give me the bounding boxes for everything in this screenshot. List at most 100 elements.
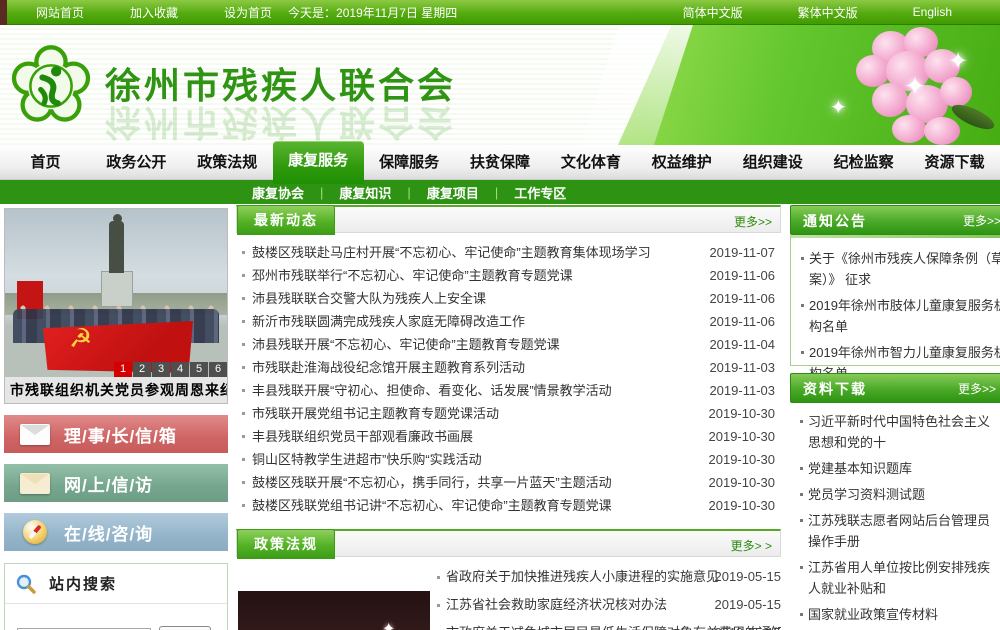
link-add-favorite[interactable]: 加入收藏 — [130, 4, 178, 21]
slider-pagination: 1 2 3 4 5 6 — [113, 362, 227, 377]
slider-page-5[interactable]: 5 — [190, 362, 208, 377]
link-simplified-chinese[interactable]: 简体中文版 — [683, 4, 743, 21]
photo-statue-pedestal — [101, 271, 133, 307]
download-row: 国家就业政策宣传材料 — [798, 604, 1000, 625]
news-date: 2019-11-03 — [709, 356, 775, 379]
news-link[interactable]: 鼓楼区残联党组书记讲“不忘初心、牢记使命”主题教育专题党课 — [252, 498, 612, 513]
subnav-separator: | — [495, 185, 498, 200]
link-traditional-chinese[interactable]: 繁体中文版 — [798, 4, 858, 21]
online-consult-button[interactable]: 在/线/咨/询 — [4, 513, 228, 551]
policy-tab[interactable]: 政策法规 — [237, 529, 335, 559]
current-date: 今天是：2019年11月7日 星期四 — [288, 4, 457, 21]
search-widget-header: 站内搜索 — [5, 564, 227, 604]
download-panel-body: 习近平新时代中国特色社会主义思想和党的十 党建基本知识题库 党员学习资料测试题 … — [790, 403, 1000, 630]
slider-page-2[interactable]: 2 — [133, 362, 151, 377]
policy-night-photo[interactable]: ✦ ✦ ✦ — [238, 591, 430, 630]
page: 网站首页 加入收藏 设为首页 今天是：2019年11月7日 星期四 简体中文版 … — [0, 0, 1000, 630]
news-row: 铜山区特教学生进超市”快乐购“实践活动2019-10-30 — [238, 448, 777, 471]
notice-link[interactable]: 关于《徐州市残疾人保障条例（草案）》 征求 — [809, 251, 1000, 287]
search-icon — [15, 573, 37, 595]
policy-date: 2019-05-15 — [715, 563, 782, 591]
download-link[interactable]: 江苏残联志愿者网站后台管理员操作手册 — [808, 513, 990, 549]
news-date: 2019-10-30 — [709, 471, 776, 494]
nav-item-downloads[interactable]: 资源下载 — [909, 145, 1000, 179]
download-link[interactable]: 江苏省用人单位按比例安排残疾人就业补贴和 — [808, 560, 990, 596]
notice-list: 关于《徐州市残疾人保障条例（草案）》 征求 2019年徐州市肢体儿童康复服务机构… — [799, 248, 1000, 384]
notice-link[interactable]: 2019年徐州市肢体儿童康复服务机构名单 — [809, 298, 1000, 334]
news-link[interactable]: 市残联开展党组书记主题教育专题党课活动 — [252, 406, 499, 421]
news-link[interactable]: 邳州市残联举行“不忘初心、牢记使命”主题教育专题党课 — [252, 268, 573, 283]
nav-item-security-services[interactable]: 保障服务 — [364, 145, 455, 179]
news-link[interactable]: 鼓楼区残联赴马庄村开展“不忘初心、牢记使命”主题教育集体现场学习 — [252, 245, 651, 260]
slider-caption[interactable]: 市残联组织机关党员参观周恩来纪 — [5, 377, 227, 403]
download-link[interactable]: 国家就业政策宣传材料 — [808, 607, 938, 622]
policy-date: 2019-05-15 — [715, 619, 782, 630]
chairman-mailbox-button[interactable]: 理/事/长/信/箱 — [4, 415, 228, 453]
news-date: 2019-11-03 — [709, 379, 775, 402]
nav-item-policies[interactable]: 政策法规 — [182, 145, 273, 179]
nav-item-discipline[interactable]: 纪检监察 — [818, 145, 909, 179]
download-list: 习近平新时代中国特色社会主义思想和党的十 党建基本知识题库 党员学习资料测试题 … — [798, 411, 1000, 630]
download-row: 江苏省用人单位按比例安排残疾人就业补贴和 — [798, 557, 1000, 599]
nav-item-culture-sports[interactable]: 文化体育 — [545, 145, 636, 179]
download-row: 江苏残联志愿者网站后台管理员操作手册 — [798, 510, 1000, 552]
sparkle-icon: ✦ — [830, 95, 847, 120]
latest-news-tab[interactable]: 最新动态 — [237, 205, 335, 235]
news-row: 鼓楼区残联开展“不忘初心，携手同行，共享一片蓝天”主题活动 2019-10-30 — [238, 471, 777, 494]
subnav-rehab-projects[interactable]: 康复项目 — [427, 183, 479, 202]
nav-item-home[interactable]: 首页 — [0, 145, 91, 179]
news-link[interactable]: 鼓楼区残联开展“不忘初心，携手同行，共享一片蓝天”主题活动 — [252, 475, 612, 490]
news-link[interactable]: 丰县残联开展“守初心、担使命、看变化、话发展”情景教学活动 — [252, 383, 612, 398]
news-row: 丰县残联组织党员干部观看廉政书画展2019-10-30 — [238, 425, 777, 448]
news-date: 2019-10-30 — [709, 402, 776, 425]
download-panel: 资料下载 更多>> 习近平新时代中国特色社会主义思想和党的十 党建基本知识题库 … — [790, 373, 1000, 630]
news-link[interactable]: 丰县残联组织党员干部观看廉政书画展 — [252, 429, 473, 444]
download-panel-header: 资料下载 更多>> — [790, 373, 1000, 403]
slider-photo[interactable]: ☭ 1 2 3 4 5 6 — [5, 209, 227, 377]
news-link[interactable]: 沛县残联开展“不忘初心、牢记使命”主题教育专题党课 — [252, 337, 560, 352]
policy-link[interactable]: 省政府关于加快推进残疾人小康进程的实施意见 — [446, 569, 719, 584]
download-more-link[interactable]: 更多>> — [958, 374, 996, 404]
subnav-rehab-knowledge[interactable]: 康复知识 — [339, 183, 391, 202]
news-link[interactable]: 市残联赴淮海战役纪念馆开展主题教育系列活动 — [252, 360, 525, 375]
notice-more-link[interactable]: 更多>> — [963, 206, 1000, 236]
news-row: 市残联开展党组书记主题教育专题党课活动 2019-10-30 — [238, 402, 777, 425]
nav-item-organization[interactable]: 组织建设 — [727, 145, 818, 179]
slider-page-4[interactable]: 4 — [171, 362, 189, 377]
nav-item-rights[interactable]: 权益维护 — [636, 145, 727, 179]
photo-slider[interactable]: ☭ 1 2 3 4 5 6 市残联组织机关党员参观周恩来纪 — [4, 208, 228, 404]
online-petition-button[interactable]: 网/上/信/访 — [4, 464, 228, 502]
link-set-homepage[interactable]: 设为首页 — [224, 4, 272, 21]
latest-news-more-link[interactable]: 更多>> — [734, 213, 772, 230]
news-date: 2019-11-07 — [709, 241, 775, 264]
main-content: 最新动态 更多>> 鼓楼区残联赴马庄村开展“不忘初心、牢记使命”主题教育集体现场… — [236, 205, 781, 630]
download-link[interactable]: 党员学习资料测试题 — [808, 487, 925, 502]
federation-logo-icon[interactable] — [8, 43, 94, 129]
news-row: 沛县残联开展“不忘初心、牢记使命”主题教育专题党课2019-11-04 — [238, 333, 777, 356]
subnav-rehab-association[interactable]: 康复协会 — [252, 183, 304, 202]
nav-item-rehab-services-active[interactable]: 康复服务 — [273, 141, 364, 184]
policy-more-link[interactable]: 更多> > — [731, 537, 772, 554]
sparkle-icon: ✦ — [904, 71, 926, 102]
subnav-separator: | — [320, 185, 323, 200]
download-link[interactable]: 习近平新时代中国特色社会主义思想和党的十 — [808, 414, 990, 450]
policy-row: 江苏省社会救助家庭经济状况核对办法2019-05-15 — [434, 591, 781, 619]
slider-page-3[interactable]: 3 — [152, 362, 170, 377]
download-link[interactable]: 党建基本知识题库 — [808, 461, 912, 476]
news-row: 市残联赴淮海战役纪念馆开展主题教育系列活动 2019-11-03 — [238, 356, 777, 379]
link-site-home[interactable]: 网站首页 — [36, 4, 84, 21]
subnav-work-zone[interactable]: 工作专区 — [514, 183, 566, 202]
policy-link[interactable]: 江苏省社会救助家庭经济状况核对办法 — [446, 597, 667, 612]
online-consult-label: 在/线/咨/询 — [64, 520, 153, 545]
nav-item-poverty-relief[interactable]: 扶贫保障 — [455, 145, 546, 179]
nav-item-gov-affairs[interactable]: 政务公开 — [91, 145, 182, 179]
search-button[interactable]: 搜索 — [159, 626, 211, 630]
search-widget-title: 站内搜索 — [49, 573, 117, 594]
news-link[interactable]: 沛县残联联合交警大队为残疾人上安全课 — [252, 291, 486, 306]
policy-header: 政策法规 更多> > — [236, 529, 781, 557]
slider-page-6[interactable]: 6 — [209, 362, 227, 377]
news-link[interactable]: 新沂市残联圆满完成残疾人家庭无障碍改造工作 — [252, 314, 525, 329]
slider-page-1[interactable]: 1 — [114, 362, 132, 377]
link-english[interactable]: English — [913, 5, 952, 19]
news-link[interactable]: 铜山区特教学生进超市”快乐购“实践活动 — [252, 452, 482, 467]
